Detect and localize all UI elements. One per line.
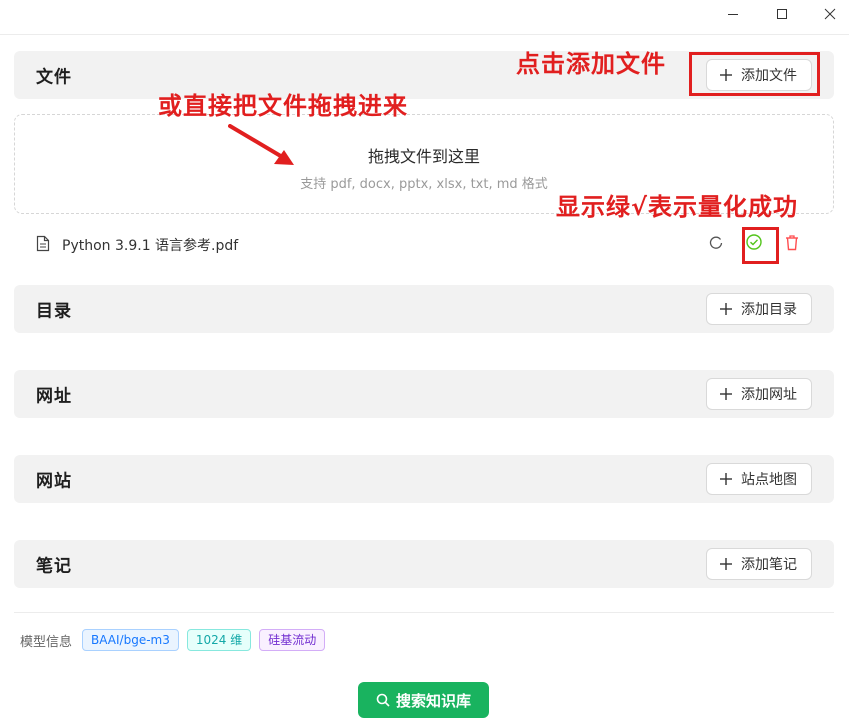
add-note-label: 添加笔记 bbox=[741, 557, 797, 573]
model-tag: BAAI/bge-m3 bbox=[82, 629, 179, 651]
annotation-click-add: 点击添加文件 bbox=[516, 50, 666, 78]
dimension-tag: 1024 维 bbox=[186, 629, 252, 651]
provider-tag: 硅基流动 bbox=[259, 629, 326, 651]
plus-icon bbox=[720, 388, 732, 400]
annotation-drag-here: 或直接把文件拖拽进来 bbox=[158, 92, 408, 120]
website-section: 网站 站点地图 bbox=[14, 455, 834, 503]
plus-icon bbox=[720, 473, 732, 485]
model-info-label: 模型信息 bbox=[20, 634, 73, 650]
add-directory-button[interactable]: 添加目录 bbox=[706, 293, 812, 325]
maximize-button[interactable] bbox=[759, 0, 805, 28]
sitemap-label: 站点地图 bbox=[741, 472, 797, 488]
notes-section-title: 笔记 bbox=[36, 556, 72, 577]
plus-icon bbox=[720, 558, 732, 570]
close-icon bbox=[824, 8, 836, 20]
sitemap-button[interactable]: 站点地图 bbox=[706, 463, 812, 495]
title-bar bbox=[0, 0, 849, 28]
add-url-button[interactable]: 添加网址 bbox=[706, 378, 812, 410]
close-button[interactable] bbox=[807, 0, 849, 28]
maximize-icon bbox=[777, 9, 787, 19]
file-list-item: Python 3.9.1 语言参考.pdf bbox=[14, 228, 834, 260]
directory-section-title: 目录 bbox=[36, 301, 72, 322]
add-note-button[interactable]: 添加笔记 bbox=[706, 548, 812, 580]
directory-section: 目录 添加目录 bbox=[14, 285, 834, 333]
annotation-highlight-status bbox=[742, 227, 779, 264]
add-url-label: 添加网址 bbox=[741, 387, 797, 403]
trash-icon bbox=[786, 234, 798, 250]
refresh-icon bbox=[709, 236, 723, 249]
annotation-success-hint: 显示绿√表示量化成功 bbox=[556, 193, 799, 221]
url-section-title: 网址 bbox=[36, 386, 72, 407]
footer-divider bbox=[14, 612, 834, 613]
annotation-arrow-icon bbox=[228, 124, 294, 165]
annotation-highlight-add-file bbox=[689, 52, 820, 96]
search-knowledge-base-button[interactable]: 搜索知识库 bbox=[358, 682, 489, 718]
model-info: 模型信息 BAAI/bge-m3 1024 维 硅基流动 bbox=[20, 629, 326, 651]
file-name: Python 3.9.1 语言参考.pdf bbox=[62, 238, 239, 254]
add-directory-label: 添加目录 bbox=[741, 302, 797, 318]
delete-button[interactable] bbox=[782, 232, 802, 252]
files-section-title: 文件 bbox=[36, 67, 72, 88]
notes-section: 笔记 添加笔记 bbox=[14, 540, 834, 588]
title-divider bbox=[0, 34, 849, 35]
website-section-title: 网站 bbox=[36, 471, 72, 492]
plus-icon bbox=[720, 303, 732, 315]
minimize-button[interactable] bbox=[710, 0, 756, 28]
file-icon bbox=[36, 235, 50, 252]
minimize-icon bbox=[728, 14, 738, 15]
dropzone-title: 拖拽文件到这里 bbox=[367, 147, 480, 166]
search-icon bbox=[376, 693, 390, 707]
refresh-button[interactable] bbox=[706, 232, 726, 252]
url-section: 网址 添加网址 bbox=[14, 370, 834, 418]
search-button-label: 搜索知识库 bbox=[395, 692, 471, 710]
